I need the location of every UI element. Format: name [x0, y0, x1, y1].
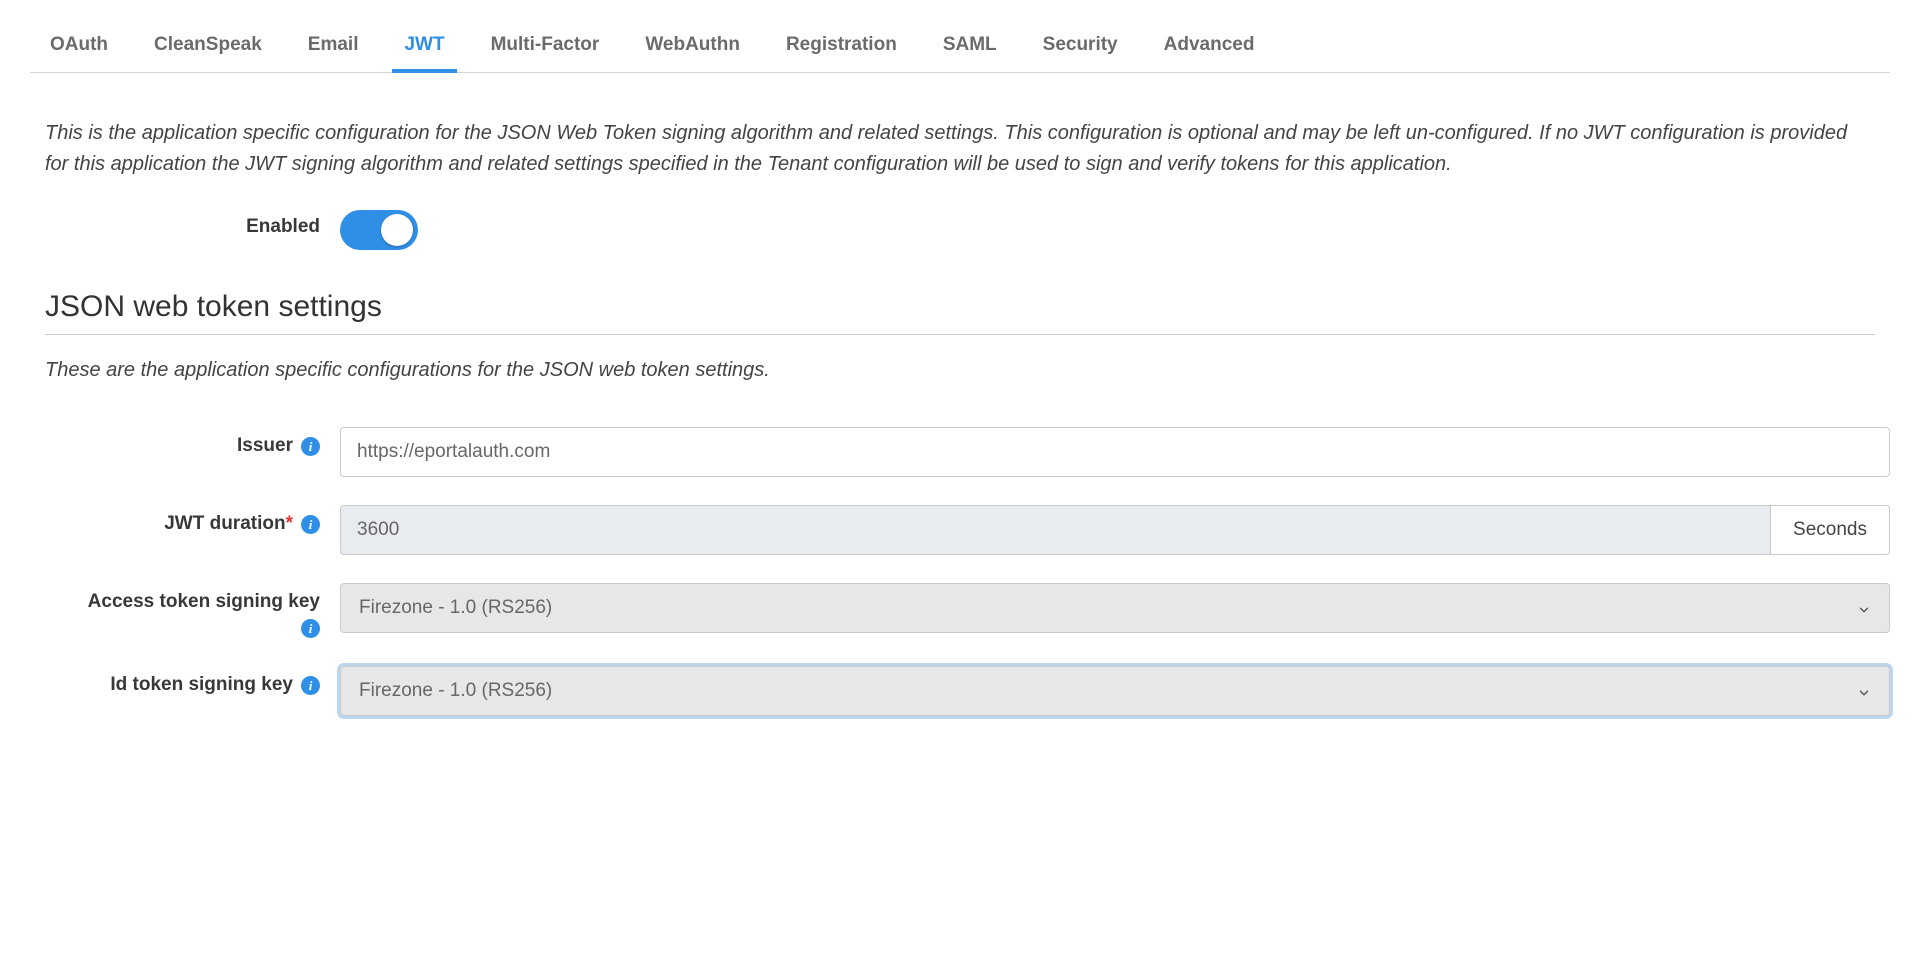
chevron-down-icon: [1857, 601, 1871, 615]
enabled-toggle[interactable]: [340, 210, 418, 250]
tab-oauth[interactable]: OAuth: [50, 20, 108, 72]
duration-unit: Seconds: [1770, 506, 1889, 554]
tab-security[interactable]: Security: [1043, 20, 1118, 72]
tab-webauthn[interactable]: WebAuthn: [645, 20, 740, 72]
tab-saml[interactable]: SAML: [943, 20, 997, 72]
info-icon[interactable]: i: [301, 515, 320, 534]
id-key-value: Firezone - 1.0 (RS256): [359, 680, 552, 702]
tab-jwt[interactable]: JWT: [404, 20, 444, 72]
required-marker: *: [286, 513, 293, 534]
info-icon[interactable]: i: [301, 619, 320, 638]
issuer-input[interactable]: [340, 427, 1890, 477]
section-title: JSON web token settings: [45, 290, 1875, 335]
access-key-label: Access token signing key: [88, 591, 320, 613]
section-desc: These are the application specific confi…: [45, 359, 1875, 382]
info-icon[interactable]: i: [301, 676, 320, 695]
toggle-knob-icon: [381, 214, 413, 246]
issuer-label: Issuer: [237, 435, 293, 457]
tab-registration[interactable]: Registration: [786, 20, 897, 72]
tab-advanced[interactable]: Advanced: [1164, 20, 1255, 72]
access-key-value: Firezone - 1.0 (RS256): [359, 597, 552, 619]
duration-input[interactable]: [341, 506, 1770, 554]
id-key-label: Id token signing key: [110, 674, 293, 696]
access-key-select[interactable]: Firezone - 1.0 (RS256): [340, 583, 1890, 633]
info-icon[interactable]: i: [301, 437, 320, 456]
tab-cleanspeak[interactable]: CleanSpeak: [154, 20, 262, 72]
intro-text: This is the application specific configu…: [45, 118, 1875, 180]
tab-multi-factor[interactable]: Multi-Factor: [491, 20, 600, 72]
id-key-select[interactable]: Firezone - 1.0 (RS256): [340, 666, 1890, 716]
tab-bar: OAuth CleanSpeak Email JWT Multi-Factor …: [30, 20, 1890, 73]
enabled-label: Enabled: [246, 216, 320, 238]
chevron-down-icon: [1857, 684, 1871, 698]
tab-email[interactable]: Email: [308, 20, 359, 72]
duration-label: JWT duration: [164, 513, 285, 534]
